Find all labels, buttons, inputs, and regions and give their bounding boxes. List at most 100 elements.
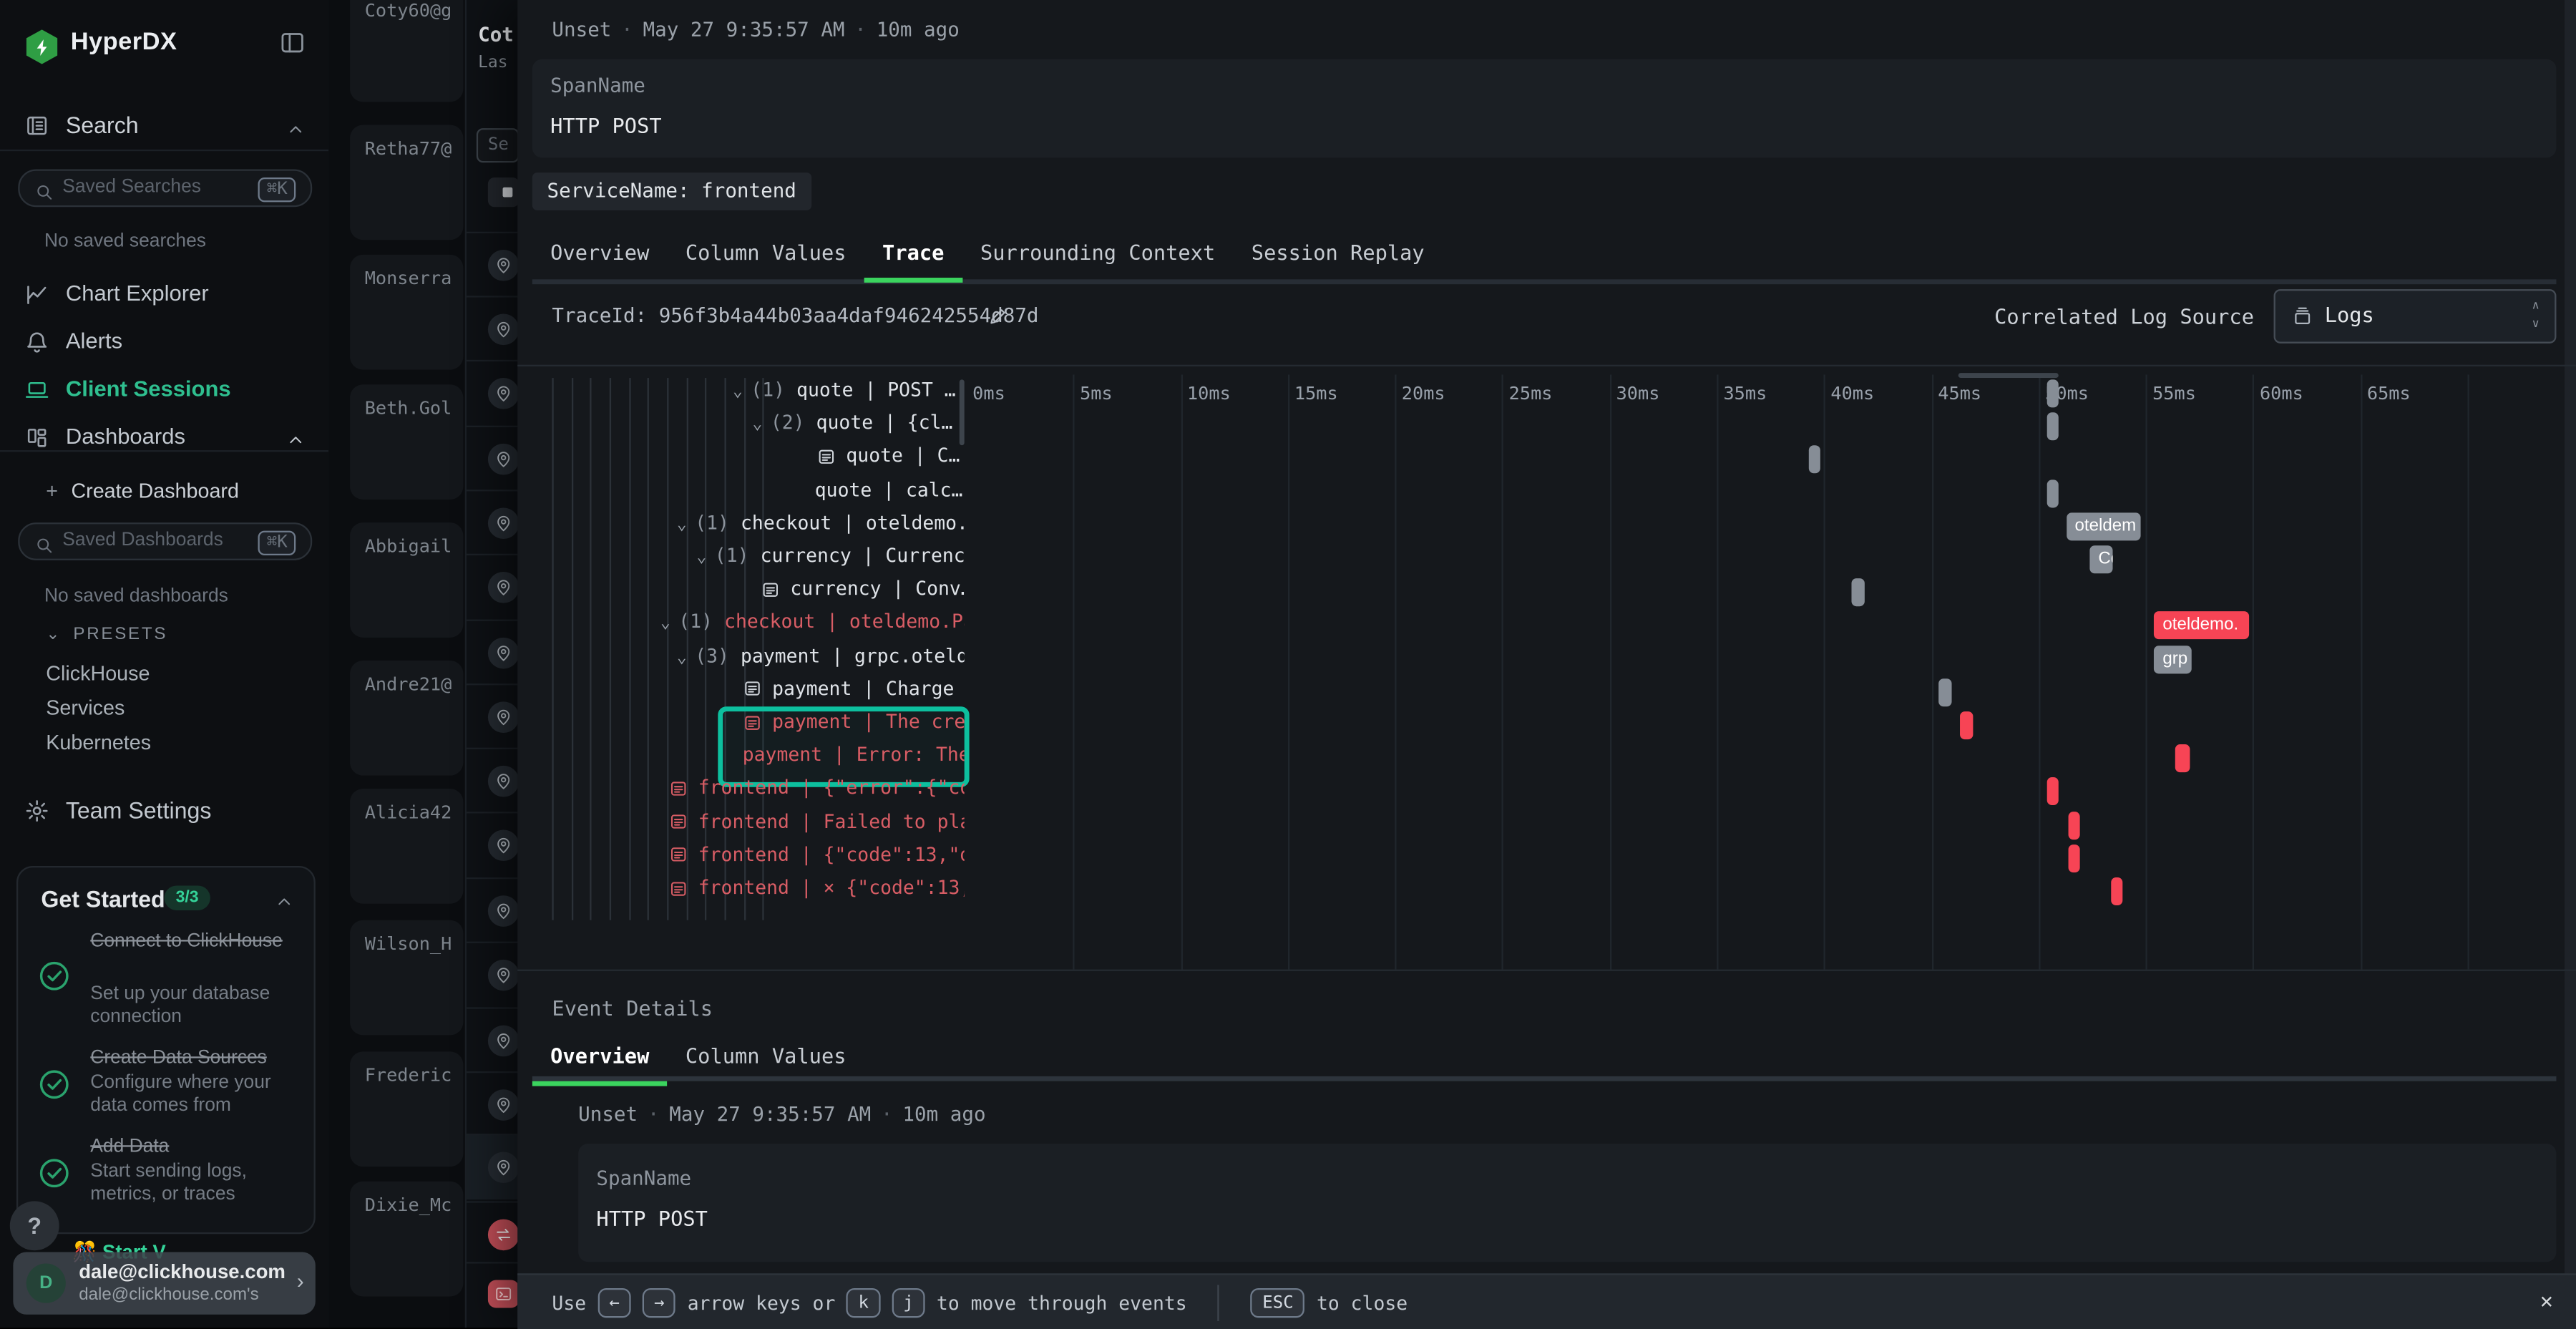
preset-item-clickhouse[interactable]: ClickHouse <box>46 662 150 685</box>
span-duration-bar[interactable] <box>2176 744 2190 772</box>
chevron-down-icon[interactable]: ⌄ <box>753 416 763 434</box>
user-menu[interactable]: D dale@clickhouse.com dale@clickhouse.co… <box>13 1252 315 1314</box>
rail-event-row[interactable] <box>467 1071 519 1137</box>
session-list-item[interactable]: Dixie_Mc <box>350 1182 463 1297</box>
span-duration-bar[interactable] <box>2047 479 2059 507</box>
span-duration-bar[interactable] <box>1852 579 1865 607</box>
presets-header[interactable]: ⌄PRESETS <box>46 624 167 644</box>
trace-tree-row[interactable]: ⌄(1)currency | Currenc… <box>696 544 964 577</box>
chevron-up-icon[interactable] <box>286 427 306 452</box>
chevron-up-icon[interactable] <box>274 887 294 917</box>
span-duration-bar[interactable] <box>2047 379 2059 407</box>
chevron-down-icon[interactable]: ⌄ <box>696 549 706 567</box>
rail-event-row[interactable] <box>467 426 519 492</box>
sidebar-item-team-settings[interactable]: Team Settings <box>0 795 328 832</box>
rail-event-row[interactable] <box>467 232 519 298</box>
span-duration-bar[interactable] <box>1809 446 1820 474</box>
rail-event-row[interactable] <box>467 1262 519 1328</box>
span-duration-bar[interactable]: oteldem <box>2067 512 2140 540</box>
chevron-down-icon[interactable]: ⌄ <box>660 615 670 633</box>
span-duration-bar[interactable] <box>2112 877 2123 905</box>
rail-event-row[interactable] <box>467 490 519 555</box>
hyperdx-logo-icon[interactable] <box>24 29 59 64</box>
session-list-item[interactable]: Beth.Gol <box>350 384 463 500</box>
trace-tree-row[interactable]: payment | Error: The … <box>743 743 965 776</box>
trace-tree-row[interactable]: quote | C… <box>816 444 965 477</box>
rail-event-row[interactable] <box>467 942 519 1008</box>
rail-event-row[interactable] <box>467 1007 519 1073</box>
span-duration-bar[interactable] <box>2069 811 2080 839</box>
event-details-tab-overview[interactable]: Overview <box>532 1033 668 1081</box>
trace-tree-row[interactable]: ⌄(3)payment | grpc.oteld… <box>677 643 965 676</box>
session-list-item[interactable]: Coty60@g <box>350 0 463 102</box>
esc-key[interactable]: ESC <box>1251 1287 1305 1317</box>
span-duration-bar[interactable] <box>2047 413 2059 441</box>
help-button[interactable]: ? <box>10 1201 59 1250</box>
saved-searches-input[interactable]: Saved Searches ⌘K <box>18 169 312 207</box>
trace-tree-row[interactable]: frontend | {"code":13,"det… <box>668 842 964 875</box>
edit-pencil-icon[interactable] <box>987 302 1009 331</box>
trace-tree-row[interactable]: frontend | {"error":{"code… <box>668 777 964 809</box>
rail-event-row[interactable] <box>467 554 519 620</box>
rail-event-row[interactable] <box>467 812 519 877</box>
span-duration-bar[interactable] <box>2069 844 2080 872</box>
timeline-scrollbar-thumb[interactable] <box>1958 373 2059 378</box>
k-key[interactable]: k <box>847 1287 880 1317</box>
trace-tree-row[interactable]: ⌄(1)checkout | oteldemo.Pa… <box>660 610 965 643</box>
session-list-item[interactable]: Wilson_H <box>350 920 463 1036</box>
rail-event-row[interactable] <box>467 620 519 686</box>
span-duration-bar[interactable]: oteldemo. <box>2155 612 2250 640</box>
rail-event-row[interactable] <box>467 1134 519 1199</box>
span-duration-bar[interactable]: Co <box>2090 545 2112 573</box>
session-list-item[interactable]: Frederic <box>350 1051 463 1167</box>
sidebar-item-search[interactable]: Search <box>0 105 328 148</box>
sidebar-item-client-sessions[interactable]: Client Sessions <box>0 374 328 411</box>
chevron-up-icon[interactable] <box>286 115 306 142</box>
session-list-item[interactable]: Monserra <box>350 255 463 370</box>
rail-event-row[interactable] <box>467 877 519 943</box>
rail-event-row[interactable] <box>467 748 519 814</box>
sidebar-item-dashboards[interactable]: Dashboards <box>0 422 328 459</box>
chevron-down-icon[interactable]: ⌄ <box>733 383 743 401</box>
tab-surrounding-context[interactable]: Surrounding Context <box>962 230 1234 278</box>
session-list-item[interactable]: Retha77@ <box>350 125 463 240</box>
saved-dashboards-input[interactable]: Saved Dashboards ⌘K <box>18 522 312 560</box>
rail-event-row[interactable] <box>467 360 519 426</box>
tab-column-values[interactable]: Column Values <box>668 230 864 278</box>
trace-tree-row[interactable]: ⌄(1)quote | POST … <box>733 378 965 411</box>
trace-tree-row[interactable]: payment | The cre… <box>743 710 965 743</box>
session-list-item[interactable]: Abbigail <box>350 522 463 638</box>
span-duration-bar[interactable] <box>2047 778 2059 806</box>
span-duration-bar[interactable] <box>1938 678 1951 706</box>
get-started-item-title[interactable]: Connect to ClickHouse <box>90 930 291 953</box>
event-details-tab-column-values[interactable]: Column Values <box>668 1033 864 1081</box>
chevron-down-icon[interactable]: ⌄ <box>677 648 687 666</box>
rail-event-row[interactable] <box>467 1201 519 1267</box>
session-list-item[interactable]: Andre21@ <box>350 661 463 776</box>
get-started-item-title[interactable]: Create Data Sources <box>90 1047 291 1070</box>
tab-session-replay[interactable]: Session Replay <box>1234 230 1443 278</box>
rail-play-button[interactable] <box>488 177 519 207</box>
tab-overview[interactable]: Overview <box>532 230 668 278</box>
rail-search-input[interactable]: Se <box>477 128 519 162</box>
get-started-item-title[interactable]: Add Data <box>90 1135 291 1158</box>
tab-trace[interactable]: Trace <box>864 230 962 278</box>
trace-tree-row[interactable]: quote | calc… <box>815 477 965 510</box>
create-dashboard-button[interactable]: +Create Dashboard <box>46 479 239 502</box>
j-key[interactable]: j <box>892 1287 925 1317</box>
right-arrow-key[interactable]: → <box>643 1287 676 1317</box>
rail-event-row[interactable] <box>467 296 519 361</box>
rail-event-row[interactable] <box>467 683 519 749</box>
close-icon[interactable]: ✕ <box>2540 1290 2553 1314</box>
service-name-badge[interactable]: ServiceName: frontend <box>532 172 811 210</box>
span-duration-bar[interactable] <box>1959 711 1973 739</box>
left-arrow-key[interactable]: ← <box>597 1287 631 1317</box>
trace-tree-row[interactable]: payment | Charge … <box>743 676 965 709</box>
trace-tree-row[interactable]: ⌄(2)quote | {cl… <box>753 411 965 444</box>
sidebar-item-chart-explorer[interactable]: Chart Explorer <box>0 279 328 316</box>
preset-item-services[interactable]: Services <box>46 696 125 719</box>
sidebar-item-alerts[interactable]: Alerts <box>0 327 328 364</box>
trace-tree-row[interactable]: frontend | × {"code":13,"d… <box>668 876 964 909</box>
log-source-select[interactable]: Logs ∧∨ <box>2274 289 2557 344</box>
trace-tree-row[interactable]: ⌄(1)checkout | oteldemo.… <box>677 511 965 544</box>
